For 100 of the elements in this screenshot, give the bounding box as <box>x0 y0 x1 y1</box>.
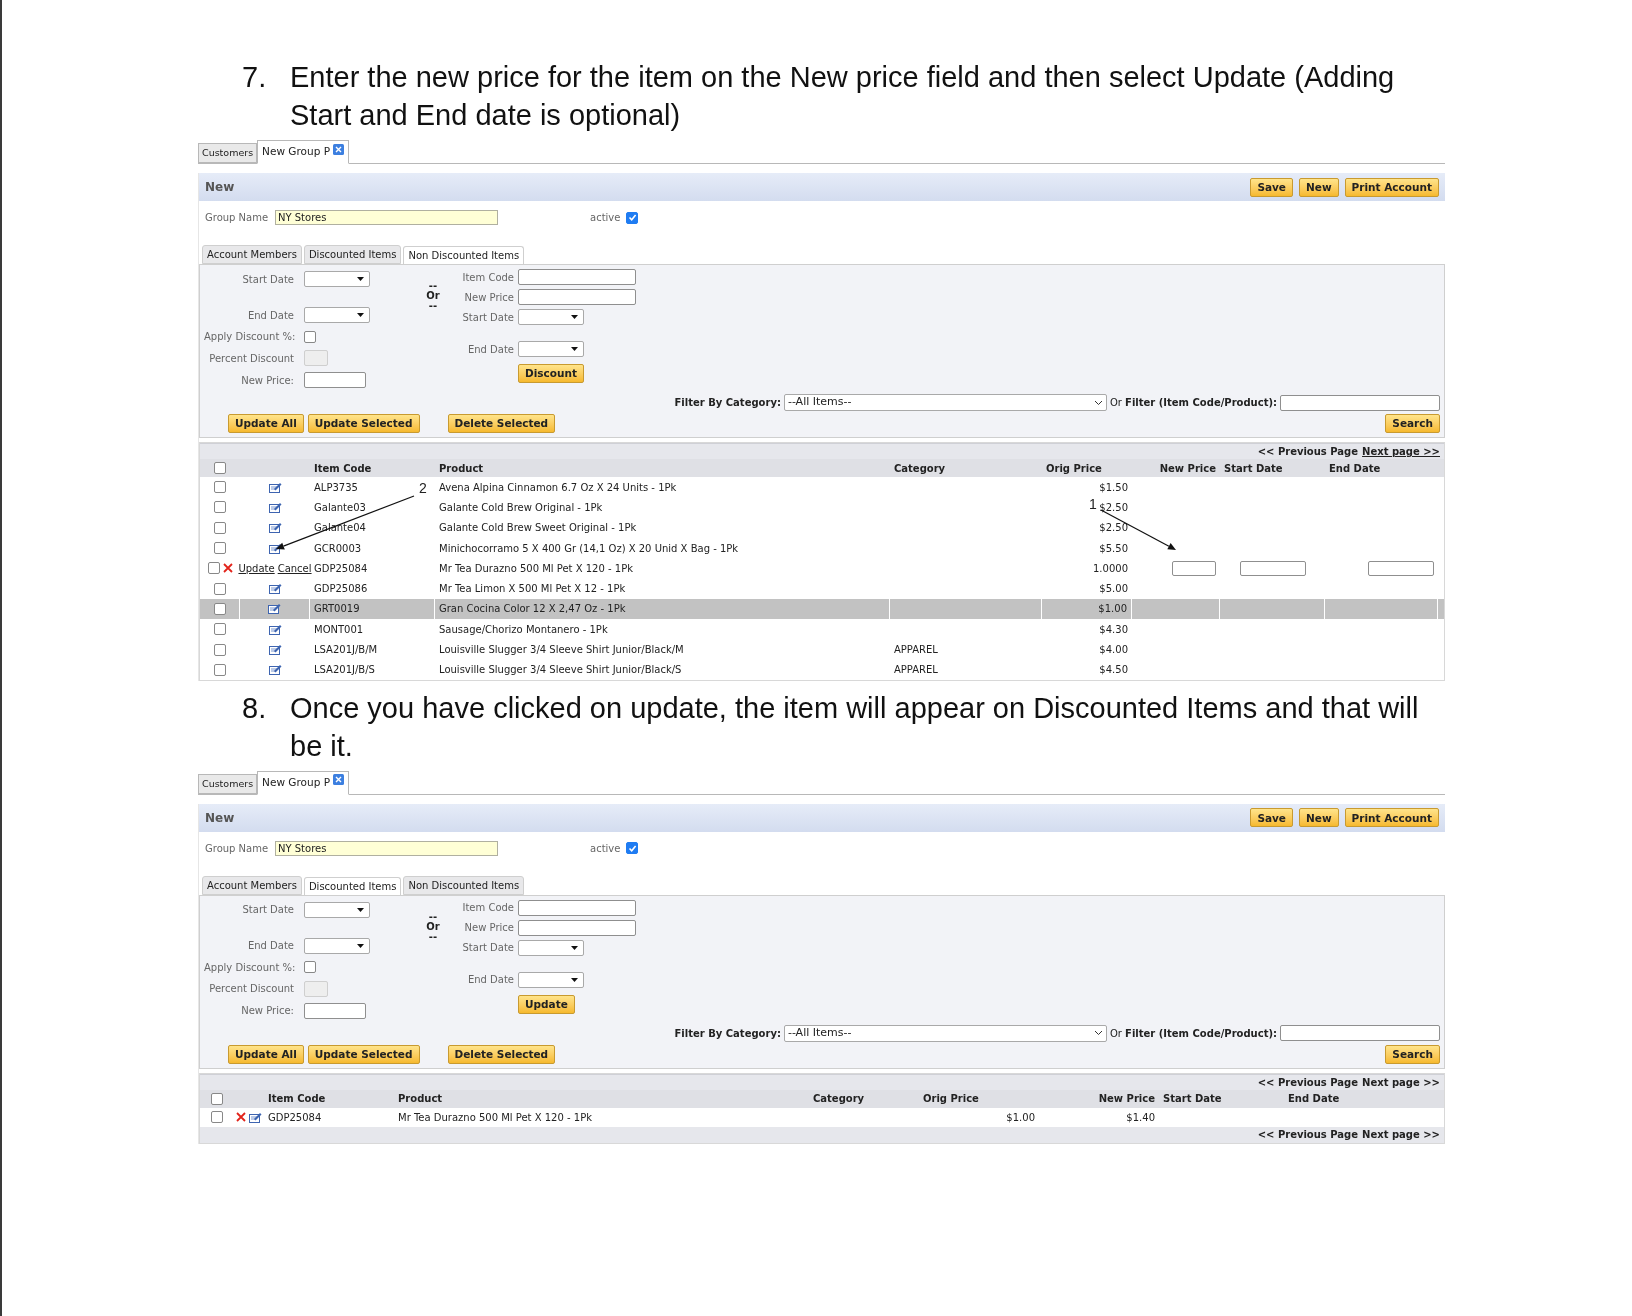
table-cell-text: Sausage/Chorizo Montanero - 1Pk <box>439 622 608 637</box>
apply-button[interactable]: Discount <box>518 364 584 383</box>
pager-link[interactable]: << Previous Page <box>1257 444 1359 459</box>
tab[interactable]: Account Members <box>202 245 302 264</box>
annotation-number: 1 <box>1089 497 1097 511</box>
field-label: active <box>590 841 621 856</box>
date-select[interactable] <box>304 937 370 954</box>
search-button[interactable]: Search <box>1385 1044 1440 1064</box>
checkbox[interactable] <box>214 521 226 534</box>
input-field[interactable] <box>304 350 328 366</box>
column-header: Item Code <box>268 1093 326 1105</box>
pager-link[interactable]: Next page >> <box>1362 1074 1440 1090</box>
field-label: Item Code <box>461 270 514 285</box>
checkbox[interactable] <box>211 1111 223 1124</box>
checkbox[interactable] <box>214 663 226 676</box>
input-field[interactable] <box>518 899 636 916</box>
checkbox[interactable] <box>213 602 226 615</box>
category-select[interactable]: --All Items-- <box>783 394 1107 411</box>
date-select[interactable] <box>304 901 370 918</box>
checkbox[interactable] <box>214 623 226 636</box>
date-select[interactable] <box>518 939 584 956</box>
input-field[interactable] <box>304 1002 366 1019</box>
table-cell-text: Galante Cold Brew Original - 1Pk <box>439 500 603 515</box>
checkbox[interactable] <box>214 501 226 514</box>
close-icon[interactable] <box>333 143 344 155</box>
group-name-field[interactable]: NY Stores <box>275 210 498 225</box>
tab[interactable]: New Group P <box>257 140 349 164</box>
field-label: New Price <box>463 921 514 936</box>
action-button[interactable]: Delete Selected <box>447 414 556 433</box>
checkbox[interactable] <box>207 562 220 575</box>
action-button[interactable]: Update All <box>228 414 304 433</box>
input-field[interactable] <box>518 919 636 936</box>
checkbox[interactable] <box>214 643 226 656</box>
group-name-field[interactable]: NY Stores <box>275 840 498 856</box>
page-title: New <box>205 809 235 827</box>
date-select[interactable] <box>518 341 584 357</box>
tab[interactable]: Non Discounted Items <box>403 875 525 895</box>
checkbox[interactable] <box>304 330 316 343</box>
checkbox[interactable] <box>214 462 226 474</box>
table-cell-text: APPAREL <box>894 643 938 657</box>
input-field[interactable] <box>1172 560 1216 576</box>
column-header: Orig Price <box>1046 462 1102 474</box>
pager-link[interactable]: Next page >> <box>1362 1127 1440 1143</box>
pager-link[interactable]: << Previous Page <box>1257 1127 1359 1143</box>
action-button[interactable]: Update Selected <box>307 1044 420 1064</box>
checkbox[interactable] <box>304 961 316 974</box>
category-select[interactable]: --All Items-- <box>783 1024 1107 1042</box>
apply-button[interactable]: Update <box>518 994 575 1014</box>
date-select[interactable] <box>518 309 584 325</box>
filter-field[interactable] <box>1280 394 1440 411</box>
active-checkbox[interactable] <box>626 842 639 855</box>
checkbox[interactable] <box>214 481 226 494</box>
checkbox[interactable] <box>214 582 226 595</box>
input-field[interactable] <box>1368 560 1434 576</box>
table-row[interactable]: GRT0019 Gran Cocina Color 12 X 2,47 Oz - 1Pk $1.00 <box>200 598 1444 620</box>
toolbar-button[interactable]: Print Account <box>1344 177 1439 197</box>
tab[interactable]: New Group P <box>257 770 349 795</box>
column-header: End Date <box>1288 1093 1340 1105</box>
checkbox[interactable] <box>211 1092 223 1105</box>
row-link[interactable]: Cancel <box>277 560 312 576</box>
pager-link[interactable]: Next page >> <box>1362 444 1440 459</box>
delete-icon[interactable] <box>236 1112 246 1123</box>
row-link[interactable]: Update <box>238 560 275 576</box>
toolbar-button[interactable]: Save <box>1250 808 1293 828</box>
input-field[interactable] <box>518 289 636 305</box>
table-cell-text: ALP3735 <box>314 480 358 495</box>
field-label: Item Code <box>461 901 514 916</box>
column-header: Item Code <box>314 462 372 474</box>
tab[interactable]: Discounted Items <box>303 876 402 896</box>
tab[interactable]: Customers <box>198 773 258 794</box>
toolbar-button[interactable]: Save <box>1250 177 1293 197</box>
input-field[interactable] <box>304 372 366 388</box>
field-label: End Date <box>466 973 514 988</box>
date-select[interactable] <box>304 307 370 323</box>
table-cell-text: GDP25086 <box>314 582 368 597</box>
delete-icon[interactable] <box>222 563 233 574</box>
close-icon[interactable] <box>333 774 344 786</box>
or-label: Or <box>426 921 440 932</box>
action-button[interactable]: Delete Selected <box>447 1044 556 1064</box>
tab[interactable]: Customers <box>198 143 258 163</box>
tab[interactable]: Discounted Items <box>303 245 402 264</box>
column-header: Orig Price <box>923 1093 979 1105</box>
input-field[interactable] <box>304 980 328 997</box>
action-button[interactable]: Update All <box>228 1044 304 1064</box>
date-select[interactable] <box>304 271 370 287</box>
action-button[interactable]: Update Selected <box>307 414 420 433</box>
toolbar-button[interactable]: New <box>1299 808 1339 828</box>
toolbar-button[interactable]: Print Account <box>1344 808 1439 828</box>
active-checkbox[interactable] <box>626 211 639 224</box>
caret-icon <box>357 313 364 317</box>
tab[interactable]: Account Members <box>202 875 302 895</box>
pager-link[interactable]: << Previous Page <box>1257 1074 1359 1090</box>
input-field[interactable] <box>518 269 636 285</box>
toolbar-button[interactable]: New <box>1299 177 1339 197</box>
checkbox[interactable] <box>214 542 226 555</box>
date-select[interactable] <box>518 971 584 988</box>
filter-field[interactable] <box>1280 1025 1440 1042</box>
column-header: Category <box>813 1093 865 1105</box>
input-field[interactable] <box>1239 560 1306 576</box>
search-button[interactable]: Search <box>1385 414 1440 433</box>
